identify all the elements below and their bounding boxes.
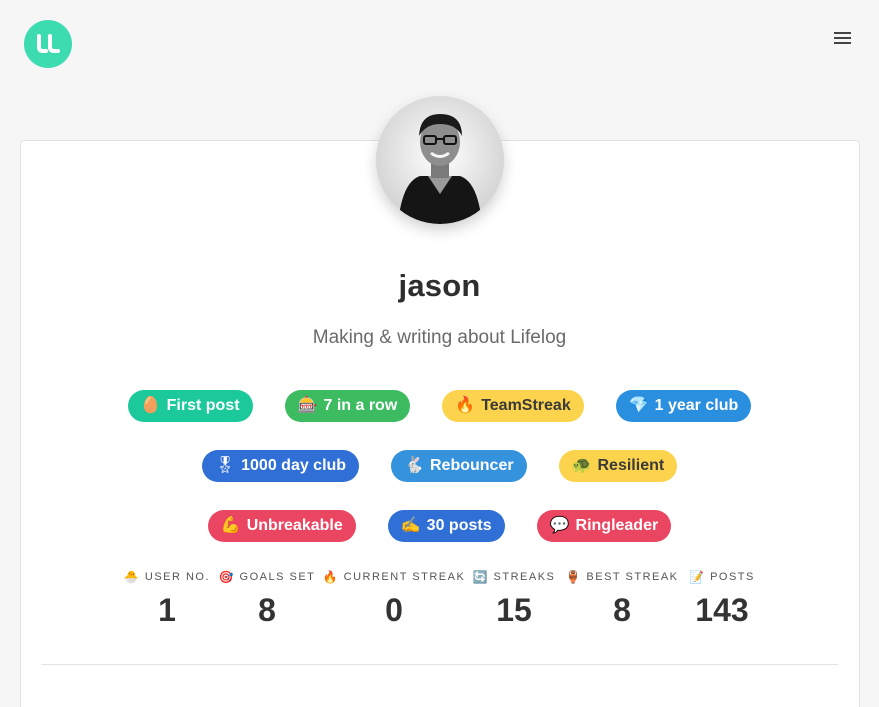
hamburger-menu-button[interactable] — [832, 30, 852, 46]
hatching-chick-icon: 🐣 — [123, 570, 139, 584]
slot-machine-icon: 🎰 — [297, 397, 318, 414]
profile-bio: Making & writing about Lifelog — [312, 327, 567, 348]
stat-label: 🐣 USER NO. — [122, 570, 212, 584]
stat-value: 143 — [695, 592, 749, 628]
repeat-icon: 🔄 — [472, 570, 488, 584]
stat-label: 🏺 BEST STREAK — [565, 570, 679, 584]
flexed-biceps-icon: 💪 — [220, 517, 241, 534]
stat-streaks: 🔄 STREAKS 15 — [469, 570, 559, 629]
stat-label-text: GOALS SET — [239, 571, 316, 583]
badge-1-year-club[interactable]: 💎 1 year club — [615, 390, 752, 422]
badge-label: 1000 day club — [241, 457, 347, 474]
badge-label: Unbreakable — [246, 517, 343, 534]
badge-row-2: 🎖 1000 day club 🐇 Rebouncer 🐢 Resilient — [0, 450, 879, 482]
memo-icon: 📝 — [689, 570, 705, 584]
badge-1000-day-club[interactable]: 🎖 1000 day club — [201, 450, 360, 482]
profile-name: jason — [398, 268, 481, 303]
rabbit-icon: 🐇 — [404, 457, 424, 474]
hamburger-icon — [833, 32, 851, 34]
stat-goals-set: 🎯 GOALS SET 8 — [217, 570, 317, 629]
stat-value: 1 — [158, 592, 176, 628]
stat-posts: 📝 POSTS 143 — [685, 570, 759, 629]
stat-best-streak: 🏺 BEST STREAK 8 — [565, 570, 679, 629]
badge-teamstreak[interactable]: 🔥 TeamStreak — [442, 390, 584, 422]
medal-icon: 🎖 — [214, 457, 236, 474]
badge-row-3: 💪 Unbreakable ✍️ 30 posts 💬 Ringleader — [0, 510, 879, 542]
stat-label-text: STREAKS — [493, 571, 556, 583]
stat-label-text: CURRENT STREAK — [343, 571, 466, 583]
hamburger-icon-line — [833, 37, 851, 39]
badge-30-posts[interactable]: ✍️ 30 posts — [387, 510, 505, 542]
badge-label: Resilient — [597, 457, 665, 474]
stat-label: 🔥 CURRENT STREAK — [322, 570, 466, 584]
amphora-icon: 🏺 — [565, 570, 581, 584]
stat-label: 🎯 GOALS SET — [217, 570, 317, 584]
badge-label: Ringleader — [575, 517, 659, 534]
badge-label: First post — [166, 397, 240, 414]
speech-bubble-icon: 💬 — [549, 517, 570, 534]
avatar — [376, 96, 504, 224]
badge-label: TeamStreak — [481, 397, 571, 414]
stat-label-text: USER NO. — [144, 571, 211, 583]
hamburger-icon-line — [833, 42, 851, 44]
badge-unbreakable[interactable]: 💪 Unbreakable — [207, 510, 356, 542]
stat-label: 📝 POSTS — [685, 570, 759, 584]
egg-icon: 🥚 — [140, 397, 161, 414]
badge-label: Rebouncer — [430, 457, 514, 474]
badge-rebouncer[interactable]: 🐇 Rebouncer — [391, 450, 527, 482]
badge-label: 1 year club — [654, 397, 739, 414]
logo-mark-icon — [37, 34, 60, 53]
profile-page: jason Making & writing about Lifelog 🥚 F… — [0, 0, 879, 707]
stat-user-no: 🐣 USER NO. 1 — [122, 570, 212, 629]
badge-row-1: 🥚 First post 🎰 7 in a row 🔥 TeamStreak 💎… — [0, 390, 879, 422]
fire-icon: 🔥 — [322, 570, 338, 584]
divider — [41, 664, 838, 665]
badge-7-in-a-row[interactable]: 🎰 7 in a row — [284, 390, 411, 422]
stat-label: 🔄 STREAKS — [469, 570, 559, 584]
stat-value: 15 — [496, 592, 532, 628]
target-icon: 🎯 — [218, 570, 234, 584]
badge-resilient[interactable]: 🐢 Resilient — [558, 450, 678, 482]
stat-value: 8 — [258, 592, 276, 628]
app-logo[interactable] — [24, 20, 72, 68]
stat-value: 8 — [613, 592, 631, 628]
stat-value: 0 — [385, 592, 403, 628]
turtle-icon: 🐢 — [571, 457, 592, 474]
badge-label: 7 in a row — [323, 397, 398, 414]
stat-label-text: BEST STREAK — [586, 571, 679, 583]
stat-current-streak: 🔥 CURRENT STREAK 0 — [322, 570, 466, 629]
badge-label: 30 posts — [426, 517, 492, 534]
badge-ringleader[interactable]: 💬 Ringleader — [536, 510, 672, 542]
gem-icon: 💎 — [628, 397, 649, 414]
profile-photo — [376, 96, 504, 224]
stat-label-text: POSTS — [710, 571, 755, 583]
badge-first-post[interactable]: 🥚 First post — [127, 390, 253, 422]
writing-hand-icon: ✍️ — [400, 517, 421, 534]
fire-icon: 🔥 — [455, 397, 476, 414]
